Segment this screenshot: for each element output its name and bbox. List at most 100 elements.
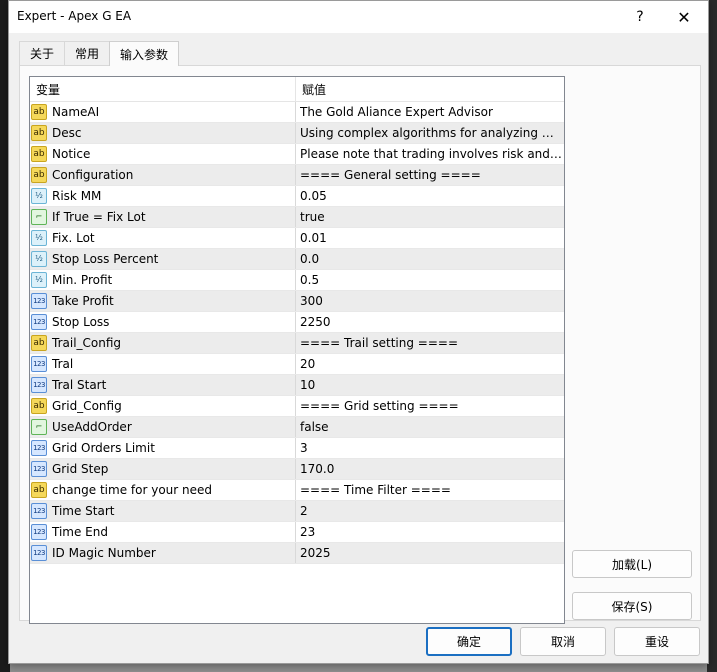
param-value-cell[interactable]: The Gold Aliance Expert Advisor [296,102,564,122]
param-value-cell[interactable]: 2 [296,501,564,521]
table-row[interactable]: 123 Grid Orders Limit 3 [30,438,564,459]
tab-about[interactable]: 关于 [19,41,66,65]
param-value-cell[interactable]: false [296,417,564,437]
param-value[interactable]: 2 [300,504,562,518]
param-name-cell[interactable]: 123 Tral Start [30,375,296,395]
table-row[interactable]: 123 ID Magic Number 2025 [30,543,564,564]
param-value[interactable]: Please note that trading involves risk a… [300,147,562,161]
param-name-cell[interactable]: ½ Stop Loss Percent [30,249,296,269]
table-row[interactable]: ⌐ UseAddOrder false [30,417,564,438]
param-value-cell[interactable]: ==== General setting ==== [296,165,564,185]
param-value-cell[interactable]: 0.0 [296,249,564,269]
param-value-cell[interactable]: 0.05 [296,186,564,206]
load-button[interactable]: 加载(L) [572,550,692,578]
param-name-cell[interactable]: 123 Time Start [30,501,296,521]
param-value-cell[interactable]: Using complex algorithms for analyzing m… [296,123,564,143]
table-row[interactable]: ½ Min. Profit 0.5 [30,270,564,291]
table-row[interactable]: ½ Stop Loss Percent 0.0 [30,249,564,270]
table-row[interactable]: 123 Time Start 2 [30,501,564,522]
param-value[interactable]: 2025 [300,546,562,560]
param-name-cell[interactable]: ab Notice [30,144,296,164]
param-name-cell[interactable]: 123 Take Profit [30,291,296,311]
table-row[interactable]: ab Notice Please note that trading involve… [30,144,564,165]
table-row[interactable]: 123 Stop Loss 2250 [30,312,564,333]
param-value-cell[interactable]: 0.01 [296,228,564,248]
param-value[interactable]: 0.01 [300,231,562,245]
param-name-cell[interactable]: ab NameAI [30,102,296,122]
param-value-cell[interactable]: 3 [296,438,564,458]
param-value-cell[interactable]: true [296,207,564,227]
param-value[interactable]: 3 [300,441,562,455]
param-value[interactable]: 2250 [300,315,562,329]
table-row[interactable]: ⌐ If True = Fix Lot true [30,207,564,228]
cancel-button[interactable]: 取消 [520,627,606,656]
param-value[interactable]: ==== Grid setting ==== [300,399,562,413]
param-value[interactable]: 0.0 [300,252,562,266]
param-value[interactable]: 0.05 [300,189,562,203]
param-value-cell[interactable]: 300 [296,291,564,311]
param-value-cell[interactable]: 170.0 [296,459,564,479]
table-row[interactable]: ab Trail_Config ==== Trail setting ==== [30,333,564,354]
param-name-cell[interactable]: ½ Fix. Lot [30,228,296,248]
param-name-cell[interactable]: ½ Min. Profit [30,270,296,290]
param-value[interactable]: 23 [300,525,562,539]
param-name-cell[interactable]: 123 Tral [30,354,296,374]
parameters-grid[interactable]: 变量 赋值 ab NameAI The Gold Aliance Expert Ad… [29,76,565,624]
table-row[interactable]: ab Desc Using complex algorithms for analy… [30,123,564,144]
param-value[interactable]: true [300,210,562,224]
param-value-cell[interactable]: 0.5 [296,270,564,290]
param-value-cell[interactable]: 2025 [296,543,564,563]
header-value[interactable]: 赋值 [296,77,564,101]
param-value-cell[interactable]: 2250 [296,312,564,332]
header-variable[interactable]: 变量 [30,77,296,101]
param-value[interactable]: ==== Time Filter ==== [300,483,562,497]
title-bar[interactable]: Expert - Apex G EA ? ✕ [9,1,708,33]
param-name-cell[interactable]: 123 Grid Step [30,459,296,479]
param-value[interactable]: ==== General setting ==== [300,168,562,182]
param-value[interactable]: 20 [300,357,562,371]
table-row[interactable]: ab change time for your need ==== Time Fil… [30,480,564,501]
table-row[interactable]: 123 Time End 23 [30,522,564,543]
param-name-cell[interactable]: ½ Risk MM [30,186,296,206]
param-value-cell[interactable]: 23 [296,522,564,542]
param-name-cell[interactable]: ab Grid_Config [30,396,296,416]
tab-common[interactable]: 常用 [64,41,111,65]
param-value[interactable]: Using complex algorithms for analyzing m… [300,126,562,140]
table-row[interactable]: ½ Risk MM 0.05 [30,186,564,207]
close-button[interactable]: ✕ [662,1,706,33]
ok-button[interactable]: 确定 [426,627,512,656]
param-name-cell[interactable]: ab Desc [30,123,296,143]
table-row[interactable]: 123 Grid Step 170.0 [30,459,564,480]
help-button[interactable]: ? [618,1,662,33]
param-value[interactable]: false [300,420,562,434]
param-name-cell[interactable]: 123 Stop Loss [30,312,296,332]
table-row[interactable]: ab NameAI The Gold Aliance Expert Advisor [30,102,564,123]
param-name-cell[interactable]: ⌐ If True = Fix Lot [30,207,296,227]
param-value-cell[interactable]: 10 [296,375,564,395]
param-value[interactable]: 300 [300,294,562,308]
param-value[interactable]: 10 [300,378,562,392]
param-value[interactable]: The Gold Aliance Expert Advisor [300,105,562,119]
reset-button[interactable]: 重设 [614,627,700,656]
param-value-cell[interactable]: ==== Grid setting ==== [296,396,564,416]
param-value[interactable]: 0.5 [300,273,562,287]
save-button[interactable]: 保存(S) [572,592,692,620]
param-name-cell[interactable]: ab Configuration [30,165,296,185]
table-row[interactable]: ab Grid_Config ==== Grid setting ==== [30,396,564,417]
table-row[interactable]: 123 Tral 20 [30,354,564,375]
param-value[interactable]: 170.0 [300,462,562,476]
param-name-cell[interactable]: 123 Grid Orders Limit [30,438,296,458]
tab-inputs[interactable]: 输入参数 [109,41,180,66]
param-name-cell[interactable]: 123 ID Magic Number [30,543,296,563]
param-value[interactable]: ==== Trail setting ==== [300,336,562,350]
table-row[interactable]: ab Configuration ==== General setting ==== [30,165,564,186]
param-name-cell[interactable]: ab change time for your need [30,480,296,500]
param-value-cell[interactable]: 20 [296,354,564,374]
param-name-cell[interactable]: ab Trail_Config [30,333,296,353]
table-row[interactable]: ½ Fix. Lot 0.01 [30,228,564,249]
param-value-cell[interactable]: ==== Time Filter ==== [296,480,564,500]
param-value-cell[interactable]: ==== Trail setting ==== [296,333,564,353]
param-name-cell[interactable]: 123 Time End [30,522,296,542]
param-name-cell[interactable]: ⌐ UseAddOrder [30,417,296,437]
param-value-cell[interactable]: Please note that trading involves risk a… [296,144,564,164]
